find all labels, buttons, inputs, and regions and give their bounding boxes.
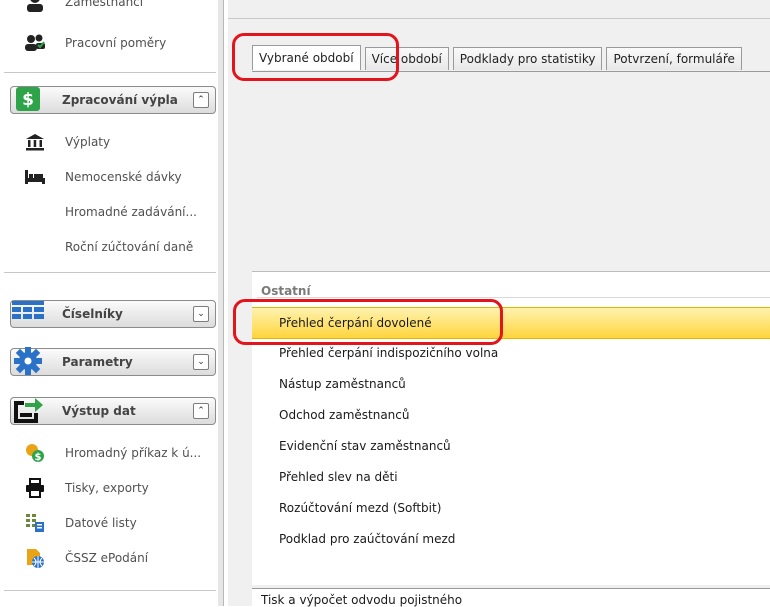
group-zpracovani-vyplat[interactable]: $ Zpracování výpla ⌃ [10, 86, 216, 114]
group-label: Výstup dat [62, 404, 136, 418]
sidebar: Zaměstnanci Pracovní poměry $ Zpracování… [0, 0, 224, 606]
collapse-toggle[interactable]: ⌃ [193, 403, 209, 419]
divider [4, 272, 216, 273]
sidebar-item-hromadny-prikaz[interactable]: $ Hromadný příkaz k ú... [0, 437, 218, 469]
group-parametry[interactable]: Parametry ⌄ [10, 347, 216, 376]
list-item[interactable]: Odchod zaměstnanců [252, 400, 770, 430]
group-ciselniky[interactable]: Číselníky ⌄ [10, 300, 216, 328]
sidebar-item-tisky-exporty[interactable]: Tisky, exporty [0, 472, 218, 504]
tab-panel [252, 71, 770, 268]
bed-icon [24, 166, 46, 188]
list-item[interactable]: Přehled čerpání indispozičního volna [252, 338, 770, 368]
tab-vybrane-obdobi[interactable]: Vybrané období [252, 45, 361, 70]
expand-toggle[interactable]: ⌄ [193, 354, 209, 370]
tab-vice-obdobi[interactable]: Více období [364, 47, 449, 70]
list-item-label: Odchod zaměstnanců [279, 408, 410, 422]
collapse-toggle[interactable]: ⌃ [193, 92, 209, 108]
sidebar-item-label: Výplaty [65, 135, 111, 149]
list-item-label: Přehled slev na děti [279, 470, 398, 484]
list-item-label: Podklad pro zaúčtování mezd [279, 532, 456, 546]
list-item-label: Rozúčtování mezd (Softbit) [279, 501, 442, 515]
tab-potvrzeni-formulare[interactable]: Potvrzení, formuláře [606, 47, 742, 70]
sidebar-item-label: Roční zúčtování daně [65, 240, 194, 254]
list-item-label: Evidenční stav zaměstnanců [279, 439, 451, 453]
list-item[interactable]: Přehled slev na děti [252, 462, 770, 492]
list-item-label: Přehled čerpání indispozičního volna [279, 346, 499, 360]
printer-icon [24, 477, 46, 499]
main-area: Vybrané období Více období Podklady pro … [228, 0, 770, 607]
bank-icon [24, 131, 46, 153]
sidebar-item-pracovni-pomery[interactable]: Pracovní poměry [0, 27, 218, 59]
list-item[interactable]: Přehled čerpání dovolené [252, 307, 770, 339]
coins-icon: $ [24, 442, 46, 464]
report-list-panel: Ostatní Přehled čerpání dovolené Přehled… [252, 271, 770, 585]
tab-strip: Vybrané období Více období Podklady pro … [252, 45, 746, 71]
bottom-panel[interactable]: Tisk a výpočet odvodu pojistného [252, 588, 770, 607]
group-label: Parametry [62, 355, 133, 369]
tab-podklady-pro-statistiky[interactable]: Podklady pro statistiky [452, 47, 603, 70]
sidebar-item-label: ČSSZ ePodání [65, 551, 149, 565]
list-item[interactable]: Rozúčtování mezd (Softbit) [252, 493, 770, 523]
group-label: Číselníky [62, 307, 123, 321]
divider [4, 72, 216, 73]
dollar-icon: $ [5, 81, 51, 117]
svg-text:$: $ [22, 90, 34, 110]
sidebar-item-label: Pracovní poměry [65, 36, 167, 50]
employee-icon [24, 0, 46, 13]
sidebar-item-hromadne-zadavani[interactable]: Hromadné zadávání... [0, 196, 218, 228]
group-label: Zpracování výpla [62, 93, 178, 107]
sidebar-item-datove-listy[interactable]: Datové listy [0, 507, 218, 539]
sidebar-item-label: Hromadné zadávání... [65, 205, 197, 219]
list-item-label: Přehled čerpání dovolené [279, 316, 432, 330]
list-item[interactable]: Evidenční stav zaměstnanců [252, 431, 770, 461]
list-item[interactable]: Nástup zaměstnanců [252, 369, 770, 399]
divider [4, 590, 216, 591]
sidebar-item-label: Tisky, exporty [65, 481, 149, 495]
web-submission-icon [24, 547, 46, 569]
people-icon [24, 32, 46, 54]
sidebar-item-label: Zaměstnanci [65, 0, 144, 9]
sidebar-item-cssz-epodani[interactable]: ČSSZ ePodání [0, 542, 218, 574]
grid-icon [5, 295, 51, 331]
sidebar-item-nemocenske-davky[interactable]: Nemocenské dávky [0, 161, 218, 193]
sidebar-item-vyplaty[interactable]: Výplaty [0, 126, 218, 158]
list-item[interactable]: Podklad pro zaúčtování mezd [252, 524, 770, 554]
bottom-panel-label: Tisk a výpočet odvodu pojistného [261, 593, 463, 607]
svg-text:$: $ [35, 452, 42, 463]
sidebar-item-label: Datové listy [65, 516, 137, 530]
sidebar-item-rocni-zuctovani[interactable]: Roční zúčtování daně [0, 231, 218, 263]
group-vystup-dat[interactable]: Výstup dat ⌃ [10, 397, 216, 425]
data-sheet-icon [24, 512, 46, 534]
sidebar-item-label: Nemocenské dávky [65, 170, 182, 184]
divider [257, 297, 770, 298]
sidebar-item-employees[interactable]: Zaměstnanci [0, 0, 218, 18]
export-icon [5, 392, 51, 428]
divider [228, 18, 770, 19]
list-item-label: Nástup zaměstnanců [279, 377, 406, 391]
list-section-header: Ostatní [261, 284, 311, 298]
gear-icon [5, 343, 51, 379]
sidebar-item-label: Hromadný příkaz k ú... [65, 446, 202, 460]
expand-toggle[interactable]: ⌄ [193, 306, 209, 322]
